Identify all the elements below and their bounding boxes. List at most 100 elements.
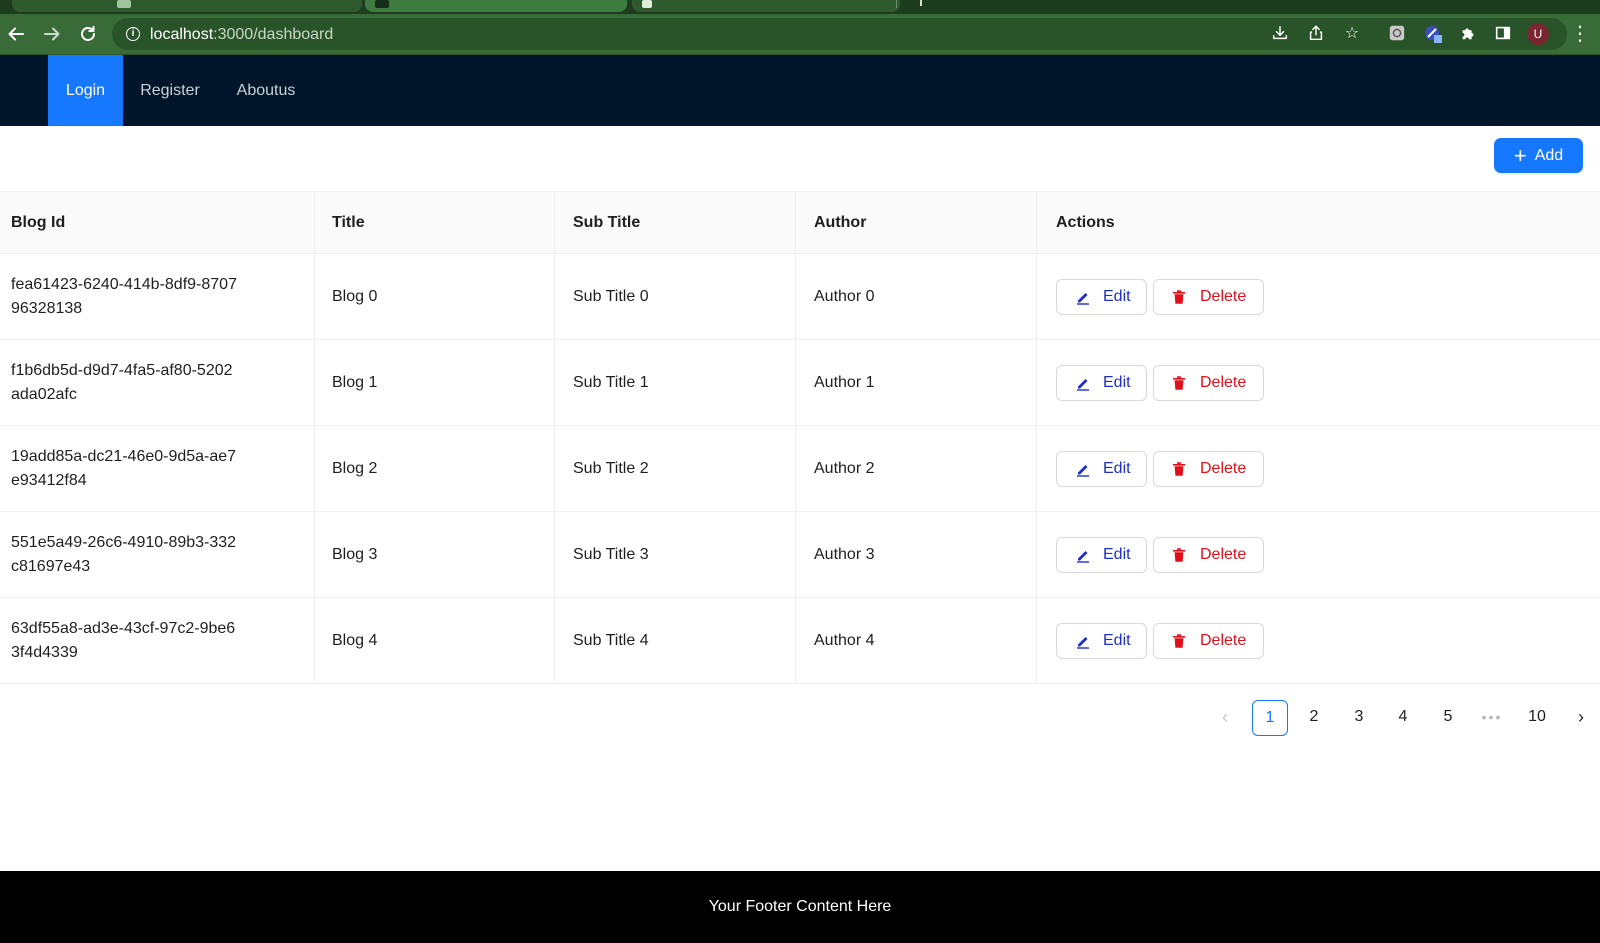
cell-author: Author 4 bbox=[796, 598, 1037, 683]
table-row: 63df55a8-ad3e-43cf-97c2-9be63f4d4339 Blo… bbox=[0, 598, 1600, 684]
nav-item-login[interactable]: Login bbox=[48, 55, 123, 126]
delete-button[interactable]: Delete bbox=[1153, 536, 1264, 573]
sidebar-icon[interactable] bbox=[1493, 24, 1513, 44]
trash-icon bbox=[1173, 289, 1185, 304]
cell-title: Blog 3 bbox=[315, 512, 555, 597]
delete-button[interactable]: Delete bbox=[1153, 364, 1264, 401]
edit-button-label: Edit bbox=[1103, 459, 1131, 477]
cell-blog-id: 551e5a49-26c6-4910-89b3-332c81697e43 bbox=[0, 512, 315, 597]
edit-pencil-icon bbox=[1077, 636, 1089, 649]
tab-separator bbox=[896, 0, 897, 8]
column-header-blog-id[interactable]: Blog Id bbox=[0, 192, 315, 253]
cell-actions: Edit Delete bbox=[1037, 254, 1600, 339]
edit-pencil-icon bbox=[1077, 550, 1089, 563]
share-icon[interactable] bbox=[1306, 24, 1326, 44]
edit-button[interactable]: Edit bbox=[1056, 536, 1147, 573]
download-icon[interactable] bbox=[1270, 24, 1290, 44]
trash-icon bbox=[1173, 547, 1185, 562]
cell-author: Author 0 bbox=[796, 254, 1037, 339]
tab-favicon-icon bbox=[117, 0, 131, 8]
delete-button-label: Delete bbox=[1200, 545, 1247, 563]
nav-item-register[interactable]: Register bbox=[128, 55, 212, 126]
pagination-ellipsis[interactable]: ••• bbox=[1474, 700, 1510, 736]
info-icon[interactable]: i bbox=[126, 27, 140, 41]
blog-id-text: 19add85a-dc21-46e0-9d5a-ae7e93412f84 bbox=[11, 447, 237, 489]
edit-pencil-icon bbox=[1077, 292, 1089, 305]
reload-icon[interactable] bbox=[74, 20, 102, 48]
add-button-label: Add bbox=[1534, 146, 1564, 164]
page-4[interactable]: 4 bbox=[1385, 700, 1421, 736]
page-10[interactable]: 10 bbox=[1519, 700, 1555, 736]
extension-icon[interactable] bbox=[1387, 24, 1407, 44]
cell-title: Blog 0 bbox=[315, 254, 555, 339]
delete-button-label: Delete bbox=[1200, 373, 1247, 391]
delete-button-label: Delete bbox=[1200, 287, 1247, 305]
cell-sub-title: Sub Title 1 bbox=[555, 340, 796, 425]
app-header: Login Register Aboutus bbox=[0, 55, 1600, 126]
nav-item-aboutus[interactable]: Aboutus bbox=[224, 55, 308, 126]
delete-button[interactable]: Delete bbox=[1153, 450, 1264, 487]
table-row: 551e5a49-26c6-4910-89b3-332c81697e43 Blo… bbox=[0, 512, 1600, 598]
bookmark-star-icon[interactable]: ☆ bbox=[1342, 24, 1362, 44]
cell-blog-id: fea61423-6240-414b-8df9-870796328138 bbox=[0, 254, 315, 339]
browser-tab-active[interactable] bbox=[365, 0, 627, 12]
footer-text: Your Footer Content Here bbox=[708, 898, 892, 915]
forward-arrow-icon[interactable] bbox=[38, 20, 66, 48]
puzzle-icon[interactable] bbox=[1458, 24, 1478, 44]
edit-button[interactable]: Edit bbox=[1056, 450, 1147, 487]
blog-id-text: fea61423-6240-414b-8df9-870796328138 bbox=[11, 275, 237, 317]
footer: Your Footer Content Here bbox=[0, 871, 1600, 943]
delete-button[interactable]: Delete bbox=[1153, 622, 1264, 659]
cell-sub-title: Sub Title 4 bbox=[555, 598, 796, 683]
cell-title: Blog 4 bbox=[315, 598, 555, 683]
trash-icon bbox=[1173, 375, 1185, 390]
edit-button[interactable]: Edit bbox=[1056, 278, 1147, 315]
url-path: :3000/dashboard bbox=[213, 26, 334, 43]
column-header-sub-title[interactable]: Sub Title bbox=[555, 192, 796, 253]
delete-button[interactable]: Delete bbox=[1153, 278, 1264, 315]
cell-actions: Edit Delete bbox=[1037, 512, 1600, 597]
cell-blog-id: f1b6db5d-d9d7-4fa5-af80-5202ada02afc bbox=[0, 340, 315, 425]
browser-tab[interactable] bbox=[12, 0, 362, 12]
table-row: 19add85a-dc21-46e0-9d5a-ae7e93412f84 Blo… bbox=[0, 426, 1600, 512]
chevron-left-icon[interactable]: ‹ bbox=[1207, 700, 1243, 736]
page-2[interactable]: 2 bbox=[1296, 700, 1332, 736]
edit-button[interactable]: Edit bbox=[1056, 622, 1147, 659]
column-header-author[interactable]: Author bbox=[796, 192, 1037, 253]
cell-actions: Edit Delete bbox=[1037, 340, 1600, 425]
trash-icon bbox=[1173, 633, 1185, 648]
add-button[interactable]: + Add bbox=[1494, 138, 1583, 173]
cell-blog-id: 19add85a-dc21-46e0-9d5a-ae7e93412f84 bbox=[0, 426, 315, 511]
tab-favicon-icon bbox=[642, 0, 652, 8]
profile-avatar[interactable]: U bbox=[1527, 23, 1549, 45]
edit-button[interactable]: Edit bbox=[1056, 364, 1147, 401]
trash-icon bbox=[1173, 461, 1185, 476]
page-1[interactable]: 1 bbox=[1252, 700, 1288, 736]
page-3[interactable]: 3 bbox=[1341, 700, 1377, 736]
table-header-row: Blog Id Title Sub Title Author Actions bbox=[0, 192, 1600, 254]
delete-button-label: Delete bbox=[1200, 459, 1247, 477]
extension-icon[interactable] bbox=[1423, 24, 1443, 44]
cell-actions: Edit Delete bbox=[1037, 598, 1600, 683]
column-header-title[interactable]: Title bbox=[315, 192, 555, 253]
pagination: ‹ 1 2 3 4 5 ••• 10 › bbox=[0, 700, 1600, 736]
page-5[interactable]: 5 bbox=[1430, 700, 1466, 736]
cell-blog-id: 63df55a8-ad3e-43cf-97c2-9be63f4d4339 bbox=[0, 598, 315, 683]
url-text[interactable]: localhost:3000/dashboard bbox=[150, 26, 333, 44]
tab-separator bbox=[920, 0, 922, 6]
cell-author: Author 2 bbox=[796, 426, 1037, 511]
column-header-actions: Actions bbox=[1056, 213, 1115, 231]
edit-button-label: Edit bbox=[1103, 287, 1131, 305]
chevron-right-icon[interactable]: › bbox=[1563, 700, 1599, 736]
plus-icon: + bbox=[1513, 142, 1527, 168]
kebab-menu-icon[interactable]: ⋮ bbox=[1570, 22, 1590, 46]
edit-button-label: Edit bbox=[1103, 545, 1131, 563]
cell-sub-title: Sub Title 2 bbox=[555, 426, 796, 511]
browser-tab[interactable] bbox=[632, 0, 900, 12]
browser-tab-strip bbox=[0, 0, 1600, 14]
cell-sub-title: Sub Title 3 bbox=[555, 512, 796, 597]
edit-pencil-icon bbox=[1077, 464, 1089, 477]
url-host: localhost bbox=[150, 26, 214, 43]
blog-id-text: 63df55a8-ad3e-43cf-97c2-9be63f4d4339 bbox=[11, 619, 236, 661]
back-arrow-icon[interactable] bbox=[2, 20, 30, 48]
